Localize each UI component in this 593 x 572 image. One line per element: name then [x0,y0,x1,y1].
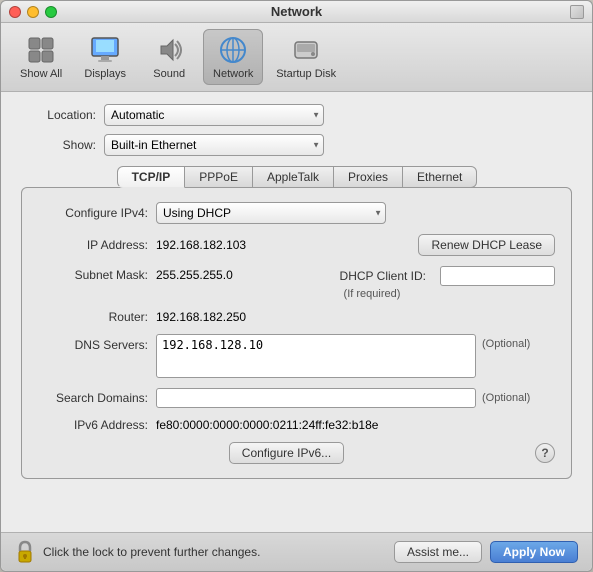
toolbar: Show All Displays Sound [1,23,592,92]
dns-optional: (Optional) [482,334,530,350]
show-all-icon [25,34,57,66]
dhcp-client-input[interactable] [440,266,555,286]
content-area: Location: Automatic Show: Built-in Ether… [1,92,592,532]
window-title: Network [271,4,322,19]
tcpip-panel: Configure IPv4: Using DHCP IP Address: 1… [21,187,572,479]
apply-now-button[interactable]: Apply Now [490,541,578,563]
minimize-button[interactable] [27,6,39,18]
router-label: Router: [38,310,148,324]
location-label: Location: [21,108,96,122]
router-value: 192.168.182.250 [156,310,246,324]
tab-bar: TCP/IP PPPoE AppleTalk Proxies Ethernet [21,166,572,188]
titlebar-buttons [9,6,57,18]
startup-disk-icon [290,34,322,66]
search-input[interactable] [156,388,476,408]
tab-proxies[interactable]: Proxies [333,166,403,188]
ip-value: 192.168.182.103 [156,238,418,252]
bottom-bar: Click the lock to prevent further change… [1,532,592,571]
tab-pppoe[interactable]: PPPoE [184,166,253,188]
assist-me-button[interactable]: Assist me... [394,541,482,563]
show-select-wrapper: Built-in Ethernet [104,134,324,156]
ip-row: IP Address: 192.168.182.103 Renew DHCP L… [38,234,555,256]
dhcp-client-label: DHCP Client ID: [340,269,426,283]
toolbar-item-network[interactable]: Network [203,29,263,85]
subnet-row: Subnet Mask: 255.255.255.0 DHCP Client I… [38,266,555,300]
titlebar: Network [1,1,592,23]
show-label: Show: [21,138,96,152]
if-required-note: (If required) [344,288,401,300]
ipv6-label: IPv6 Address: [38,418,148,432]
search-label: Search Domains: [38,391,148,405]
dns-row: DNS Servers: (Optional) [38,334,555,378]
toolbar-item-startup-disk[interactable]: Startup Disk [267,29,345,85]
configure-select-wrapper: Using DHCP [156,202,386,224]
displays-icon [89,34,121,66]
tab-appletalk[interactable]: AppleTalk [252,166,334,188]
sound-icon [153,34,185,66]
toolbar-label-sound: Sound [153,68,185,80]
help-button[interactable]: ? [535,443,555,463]
configure-row: Configure IPv4: Using DHCP [38,202,555,224]
lock-icon[interactable] [15,541,35,563]
location-select[interactable]: Automatic [104,104,324,126]
toolbar-label-displays: Displays [84,68,126,80]
toolbar-item-show-all[interactable]: Show All [11,29,71,85]
ipv6-value: fe80:0000:0000:0000:0211:24ff:fe32:b18e [156,418,378,432]
close-button[interactable] [9,6,21,18]
tab-tcpip[interactable]: TCP/IP [117,166,186,188]
configure-ipv6-center: Configure IPv6... [38,442,535,464]
ip-label: IP Address: [38,238,148,252]
dhcp-client-row: DHCP Client ID: [340,266,555,286]
dns-input[interactable] [156,334,476,378]
window: Network Show All [0,0,593,572]
lock-text: Click the lock to prevent further change… [43,545,386,559]
configure-label: Configure IPv4: [38,206,148,220]
show-select[interactable]: Built-in Ethernet [104,134,324,156]
dns-label: DNS Servers: [38,334,148,352]
router-row: Router: 192.168.182.250 [38,310,555,324]
subnet-value: 255.255.255.0 [156,266,340,282]
search-optional: (Optional) [482,392,530,404]
toolbar-label-network: Network [213,68,253,80]
subnet-label: Subnet Mask: [38,266,148,282]
toolbar-item-displays[interactable]: Displays [75,29,135,85]
toolbar-label-startup-disk: Startup Disk [276,68,336,80]
tab-ethernet[interactable]: Ethernet [402,166,477,188]
dhcp-client-section: DHCP Client ID: (If required) [340,266,555,300]
configure-select[interactable]: Using DHCP [156,202,386,224]
configure-ipv6-button[interactable]: Configure IPv6... [229,442,344,464]
configure-ipv6-row: Configure IPv6... ? [38,442,555,464]
show-row: Show: Built-in Ethernet [21,134,572,156]
search-row: Search Domains: (Optional) [38,388,555,408]
renew-dhcp-button[interactable]: Renew DHCP Lease [418,234,555,256]
location-select-wrapper: Automatic [104,104,324,126]
toolbar-item-sound[interactable]: Sound [139,29,199,85]
resize-icon[interactable] [570,5,584,19]
maximize-button[interactable] [45,6,57,18]
location-row: Location: Automatic [21,104,572,126]
ipv6-row: IPv6 Address: fe80:0000:0000:0000:0211:2… [38,418,555,432]
network-icon [217,34,249,66]
toolbar-label-show-all: Show All [20,68,62,80]
